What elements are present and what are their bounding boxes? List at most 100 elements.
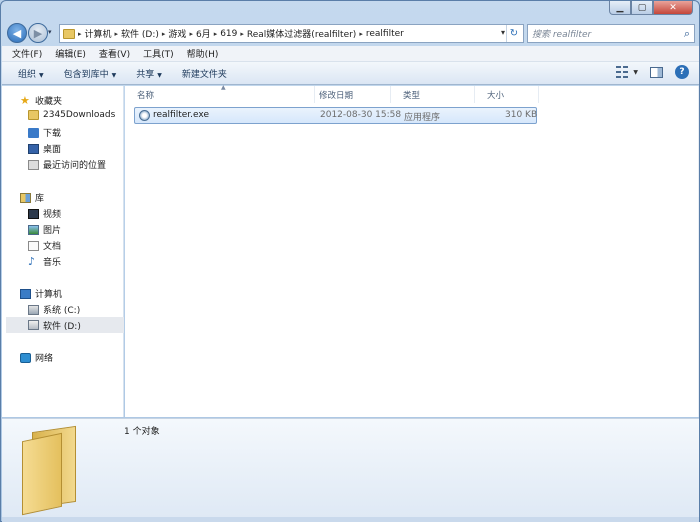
tree-label: 网络 <box>35 354 54 364</box>
column-label: 名称 <box>137 91 155 101</box>
column-header-size[interactable]: 大小 <box>475 86 539 103</box>
tree-favorites[interactable]: ★ 收藏夹 <box>20 93 63 108</box>
navigation-pane: ★ 收藏夹 2345Downloads 下载 桌面 最近访问的位置 库 视频 图… <box>2 86 124 417</box>
menu-help[interactable]: 帮助(H) <box>187 47 219 60</box>
breadcrumb-619[interactable]: 619 <box>220 29 237 39</box>
window-bottom-border <box>2 517 699 522</box>
breadcrumb-separator-icon[interactable]: ▸ <box>115 30 119 38</box>
sort-ascending-icon: ▲ <box>221 84 226 91</box>
breadcrumb-separator-icon[interactable]: ▸ <box>189 30 193 38</box>
forward-button[interactable]: ▶ <box>28 23 48 43</box>
tree-label: 收藏夹 <box>35 97 63 107</box>
tree-label: 库 <box>35 194 45 204</box>
tree-computer[interactable]: 计算机 <box>20 287 62 300</box>
search-icon[interactable]: ⌕ <box>684 27 690 41</box>
breadcrumb-realfilter[interactable]: realfilter <box>366 29 404 39</box>
tree-item-pictures[interactable]: 图片 <box>28 223 61 236</box>
share-button[interactable]: 共享 ▼ <box>136 67 162 80</box>
pictures-icon <box>28 224 39 235</box>
address-bar[interactable]: ▸ 计算机 ▸ 软件 (D:) ▸ 游戏 ▸ 6月 ▸ 619 ▸ Real媒体… <box>59 24 524 43</box>
tree-item-drive-c[interactable]: 系统 (C:) <box>28 303 80 316</box>
star-icon: ★ <box>20 93 30 107</box>
tree-label: 下载 <box>43 129 62 139</box>
tree-item-downloads[interactable]: 下载 <box>28 126 61 139</box>
file-list: 名称 ▲ 修改日期 类型 大小 realfilter.exe 2012-08-3… <box>125 84 699 417</box>
dropdown-arrow-icon: ▼ <box>111 71 117 79</box>
menu-tools[interactable]: 工具(T) <box>143 47 174 60</box>
address-history-dropdown-icon[interactable]: ▾ <box>501 28 505 37</box>
view-dropdown-arrow-icon[interactable]: ▼ <box>633 69 638 76</box>
breadcrumb-drive-d[interactable]: 软件 (D:) <box>121 27 159 40</box>
tree-item-2345downloads[interactable]: 2345Downloads <box>28 110 115 120</box>
system-drive-icon <box>28 304 39 315</box>
minimize-button[interactable]: ▁ <box>609 1 631 15</box>
folder-icon <box>63 28 75 39</box>
explorer-window: ▁ ▢ ✕ ◀ ▶ ▾ ▸ 计算机 ▸ 软件 (D:) ▸ 游戏 ▸ 6月 ▸ … <box>0 0 700 522</box>
maximize-button[interactable]: ▢ <box>631 1 653 15</box>
computer-icon <box>20 288 31 299</box>
breadcrumb-real-filter[interactable]: Real媒体过滤器(realfilter) <box>247 27 356 40</box>
breadcrumb-separator-icon[interactable]: ▸ <box>78 30 82 38</box>
dropdown-arrow-icon: ▼ <box>39 71 44 79</box>
breadcrumb-separator-icon[interactable]: ▸ <box>162 30 166 38</box>
file-type: 应用程序 <box>404 113 441 123</box>
breadcrumb-computer[interactable]: 计算机 <box>85 27 112 40</box>
tree-label: 文档 <box>43 242 62 252</box>
dropdown-arrow-icon: ▼ <box>157 71 162 79</box>
organize-button[interactable]: 组织 ▼ <box>18 67 44 80</box>
desktop-icon <box>28 143 39 154</box>
command-bar: 组织 ▼ 包含到库中 ▼ 共享 ▼ 新建文件夹 ▼ ? <box>2 62 699 85</box>
item-count: 1 个对象 <box>124 427 160 437</box>
refresh-icon[interactable]: ↻ <box>506 25 521 42</box>
file-modified: 2012-08-30 15:58 <box>320 110 402 120</box>
organize-label: 组织 <box>18 69 37 80</box>
menu-file[interactable]: 文件(F) <box>12 47 42 60</box>
breadcrumb-june[interactable]: 6月 <box>196 27 211 40</box>
close-button[interactable]: ✕ <box>653 1 693 15</box>
tree-item-videos[interactable]: 视频 <box>28 207 61 220</box>
tree-label: 最近访问的位置 <box>43 161 107 171</box>
network-icon <box>20 352 31 363</box>
help-icon[interactable]: ? <box>675 65 689 79</box>
search-placeholder: 搜索 realfilter <box>532 30 592 40</box>
new-folder-button[interactable]: 新建文件夹 <box>182 67 227 80</box>
search-input[interactable]: 搜索 realfilter ⌕ <box>527 24 695 43</box>
tree-label: 计算机 <box>35 290 63 300</box>
preview-pane-icon[interactable] <box>650 66 663 78</box>
breadcrumb-separator-icon[interactable]: ▸ <box>214 30 218 38</box>
breadcrumb-separator-icon[interactable]: ▸ <box>240 30 244 38</box>
documents-icon <box>28 240 39 251</box>
change-view-icon[interactable] <box>616 66 630 78</box>
drive-icon <box>28 320 39 330</box>
file-name: realfilter.exe <box>153 110 209 120</box>
table-row[interactable]: realfilter.exe 2012-08-30 15:58 应用程序 310… <box>134 107 537 124</box>
column-header-type[interactable]: 类型 <box>391 86 475 103</box>
tree-network[interactable]: 网络 <box>20 351 53 364</box>
menu-view[interactable]: 查看(V) <box>99 47 130 60</box>
back-button[interactable]: ◀ <box>7 23 27 43</box>
tree-label: 桌面 <box>43 145 62 155</box>
breadcrumb-separator-icon[interactable]: ▸ <box>359 30 363 38</box>
recent-places-icon <box>28 159 39 170</box>
tree-item-recent-places[interactable]: 最近访问的位置 <box>28 158 106 171</box>
share-label: 共享 <box>136 69 155 80</box>
column-header-name[interactable]: 名称 ▲ <box>125 84 315 103</box>
libraries-icon <box>20 192 31 203</box>
tree-item-music[interactable]: ♪ 音乐 <box>28 255 61 269</box>
include-in-library-button[interactable]: 包含到库中 ▼ <box>64 67 117 80</box>
folder-icon <box>28 110 39 120</box>
column-header-modified[interactable]: 修改日期 <box>307 86 391 103</box>
recent-pages-dropdown-icon[interactable]: ▾ <box>48 28 52 36</box>
tree-label: 2345Downloads <box>43 110 116 120</box>
menu-edit[interactable]: 编辑(E) <box>55 47 86 60</box>
tree-item-documents[interactable]: 文档 <box>28 239 61 252</box>
tree-libraries[interactable]: 库 <box>20 191 44 204</box>
tree-label: 软件 (D:) <box>43 321 81 332</box>
tree-item-desktop[interactable]: 桌面 <box>28 142 61 155</box>
tree-label: 图片 <box>43 226 62 236</box>
breadcrumb-games[interactable]: 游戏 <box>168 27 186 40</box>
caption-buttons: ▁ ▢ ✕ <box>609 1 693 15</box>
tree-item-drive-d[interactable]: 软件 (D:) <box>6 317 124 333</box>
divider <box>698 86 699 417</box>
folder-thumbnail-icon <box>22 425 84 516</box>
